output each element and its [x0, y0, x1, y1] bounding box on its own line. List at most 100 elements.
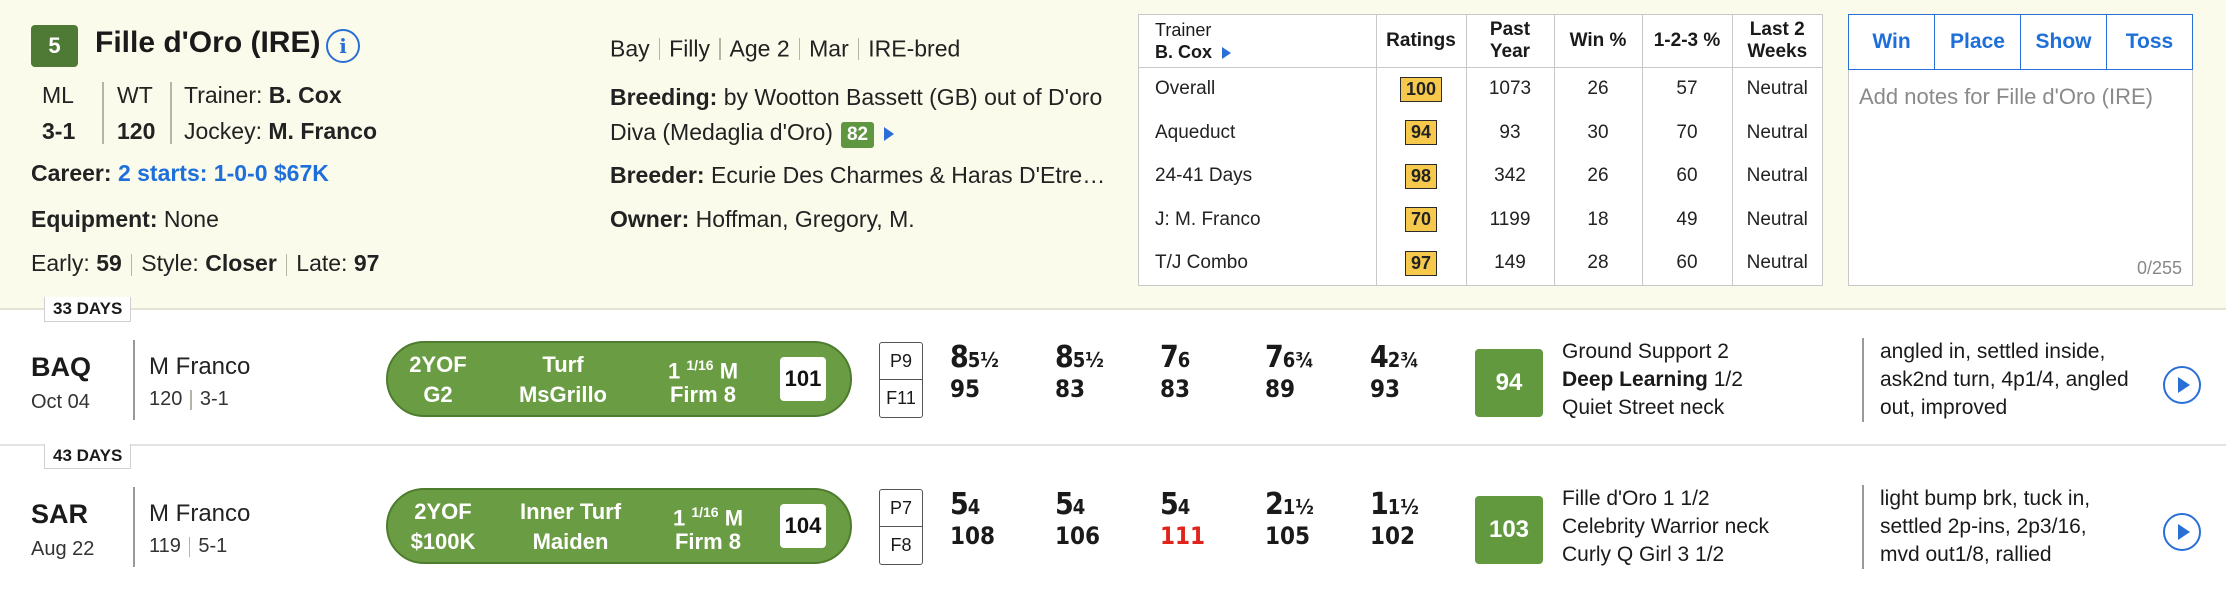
divider [798, 37, 801, 60]
call-pos: 2 [1265, 487, 1284, 522]
divider [190, 389, 192, 410]
breeding-label: Breeding: [610, 84, 718, 110]
top-finishers: Ground Support 2 Deep Learning 1/2 Quiet… [1562, 338, 1743, 422]
style-value: Closer [205, 250, 277, 276]
stats-row: 24-41 Days 98 342 26 60 Neutral [1139, 154, 1822, 199]
triangle-right-icon[interactable] [1222, 47, 1232, 59]
call-pos: 4 [1370, 340, 1389, 375]
show-button[interactable]: Show [2020, 15, 2106, 69]
race-jockey: M Franco [149, 500, 251, 527]
call-lengths: 4 [1072, 495, 1086, 519]
trend-cell: Neutral [1731, 241, 1822, 285]
win-button[interactable]: Win [1849, 15, 1934, 69]
stats-row-label: J: M. Franco [1155, 208, 1261, 230]
divider [102, 82, 104, 144]
call-fig: 105 [1265, 522, 1311, 550]
trainer-header-name: B. Cox [1155, 41, 1213, 62]
track-code[interactable]: SAR [31, 499, 88, 530]
call-pos: 8 [1055, 340, 1074, 375]
breeding-line: Breeding: by Wootton Bassett (GB) out of… [610, 84, 1102, 111]
rating-box: 100 [1399, 76, 1443, 102]
early-value: 59 [96, 250, 122, 276]
race-odds: 3-1 [199, 388, 229, 410]
trend-cell: Neutral [1731, 67, 1822, 112]
finisher-name: Curly Q Girl [1562, 543, 1672, 566]
divider [188, 536, 191, 557]
trainer-label: Trainer: [184, 82, 263, 108]
horse-name[interactable]: Fille d'Oro (IRE) [95, 26, 320, 60]
call-lengths: 4 [1177, 495, 1191, 519]
race-info-pill[interactable]: 2YOF $100K Inner Turf Maiden 1 1/16 M Fi… [386, 488, 852, 564]
win-pct-cell: 26 [1553, 154, 1642, 199]
rating-box: 97 [1404, 250, 1438, 276]
comment-line: light bump brk, tuck in, [1880, 487, 2091, 510]
trainer-name[interactable]: B. Cox [269, 82, 342, 108]
field-size: F8 [890, 535, 912, 555]
triangle-right-icon[interactable] [884, 126, 895, 141]
call-pos: 7 [1160, 340, 1179, 375]
finisher[interactable]: Curly Q Girl 3 1/2 [1562, 541, 1769, 569]
play-circle-icon[interactable] [2163, 366, 2201, 404]
race-info-pill[interactable]: 2YOF G2 Turf MsGrillo 1 1/16 M Firm 8 10… [386, 341, 852, 417]
finisher[interactable]: Fille d'Oro 1 1/2 [1562, 485, 1769, 513]
divider [658, 37, 661, 60]
info-icon[interactable]: i [326, 29, 360, 63]
equipment-line: Equipment: None [31, 206, 219, 233]
notes-char-counter: 0/255 [2136, 258, 2182, 278]
race-date: Oct 04 [31, 391, 90, 413]
post-position: P7 [880, 490, 922, 527]
track-condition: Firm 8 [674, 529, 742, 554]
finisher[interactable]: Deep Learning 1/2 [1562, 366, 1743, 394]
race-rating: 101 [780, 357, 826, 401]
trainer-stats-table: Trainer B. Cox Ratings Past Year Win % 1… [1138, 14, 1823, 286]
call-lengths: 1½ [1387, 495, 1419, 519]
past-year-cell: 1073 [1465, 67, 1554, 112]
surface: Turf [542, 352, 584, 377]
jockey-name[interactable]: M. Franco [268, 118, 377, 144]
itm-pct-cell: 70 [1641, 111, 1732, 155]
finisher-margin: neck [1679, 396, 1725, 419]
divider [719, 37, 721, 60]
notes-input[interactable] [1849, 70, 2192, 240]
rating-box: 70 [1404, 207, 1438, 233]
divider [170, 82, 172, 144]
comment-line: settled 2p-ins, 2p3/16, [1880, 515, 2087, 538]
race-odds: 5-1 [198, 535, 228, 557]
rating-cell: 98 [1375, 154, 1466, 199]
finisher-margin: 1 1/2 [1662, 487, 1710, 510]
jockey-label: Jockey: [184, 118, 262, 144]
finisher[interactable]: Ground Support 2 [1562, 338, 1743, 366]
finisher[interactable]: Quiet Street neck [1562, 394, 1743, 422]
race-weight: 119 [149, 535, 181, 557]
comment-line: angled in, settled inside, [1880, 340, 2106, 363]
jockey-line: Jockey: M. Franco [184, 118, 377, 145]
call-position: 54 108 [950, 487, 995, 550]
stats-row-label: T/J Combo [1155, 252, 1248, 274]
divider [857, 37, 860, 60]
race-class: G2 [423, 382, 453, 407]
wt-label: WT [117, 82, 153, 108]
field-size: F11 [886, 388, 916, 408]
divider [133, 340, 135, 420]
trend-cell: Neutral [1731, 111, 1822, 155]
place-button[interactable]: Place [1934, 15, 2020, 69]
finisher[interactable]: Celebrity Warrior neck [1562, 513, 1769, 541]
career-link[interactable]: 2 starts: 1-0-0 $67K [118, 160, 329, 186]
late-value: 97 [353, 250, 380, 276]
call-position: 42¾ 93 [1370, 340, 1419, 403]
finisher-name: Celebrity Warrior [1562, 515, 1719, 538]
finisher-margin: 3 1/2 [1677, 543, 1725, 566]
stats-row: J: M. Franco 70 1199 18 49 Neutral [1139, 198, 1822, 242]
trainer-header-cell[interactable]: Trainer B. Cox [1139, 15, 1376, 68]
track-code[interactable]: BAQ [31, 352, 91, 383]
itm-pct-cell: 57 [1641, 67, 1732, 112]
toss-button[interactable]: Toss [2106, 15, 2192, 69]
trend-cell: Neutral [1731, 198, 1822, 242]
style-label: Style: [141, 250, 199, 276]
breeding-line-1: by Wootton Bassett (GB) out of D'oro [723, 84, 1103, 110]
breeder-value: Ecurie Des Charmes & Haras D'Etre… [711, 162, 1106, 188]
ml-label: ML [42, 82, 74, 108]
wt-value: 120 [117, 118, 156, 144]
play-circle-icon[interactable] [2163, 513, 2201, 551]
call-pos: 5 [1160, 487, 1179, 522]
